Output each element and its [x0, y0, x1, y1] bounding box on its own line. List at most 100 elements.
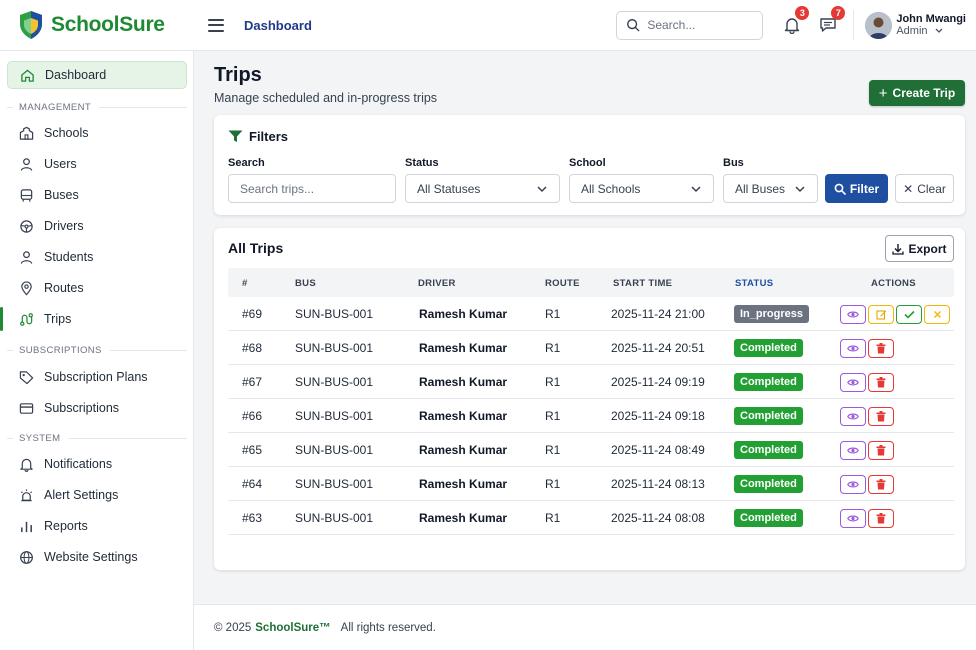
bell-icon	[20, 458, 33, 472]
trip-start-time: 2025-11-24 09:18	[611, 409, 705, 423]
trip-search-field[interactable]: Search trips...	[228, 174, 396, 203]
sidebar-item-drivers[interactable]: Drivers	[7, 212, 187, 240]
edit-button[interactable]	[868, 305, 894, 324]
bar-chart-icon	[21, 521, 32, 532]
view-button[interactable]	[840, 475, 866, 494]
delete-button[interactable]	[868, 407, 894, 426]
sidebar-item-label: Dashboard	[45, 68, 107, 82]
trash-icon	[876, 411, 886, 422]
notifications-button[interactable]: 3	[781, 6, 810, 36]
delete-button[interactable]	[868, 339, 894, 358]
brand[interactable]: SchoolSure	[0, 10, 194, 40]
cancel-trip-button[interactable]	[924, 305, 950, 324]
footer-brand[interactable]: SchoolSure™	[255, 622, 330, 634]
global-search-input[interactable]	[647, 18, 758, 32]
sidebar-item-students[interactable]: Students	[7, 243, 187, 271]
sidebar-item-label: Website Settings	[44, 550, 138, 564]
view-button[interactable]	[840, 373, 866, 392]
school-select[interactable]: All Schools	[569, 174, 714, 203]
view-button[interactable]	[840, 441, 866, 460]
eye-icon	[847, 412, 859, 421]
close-icon	[933, 310, 942, 319]
clear-button[interactable]: ✕ Clear	[895, 174, 954, 203]
edit-icon	[875, 309, 887, 320]
filters-title: Filters	[249, 129, 289, 144]
school-icon	[19, 126, 34, 140]
trip-driver: Ramesh Kumar	[419, 511, 508, 525]
sidebar-item-schools[interactable]: Schools	[7, 119, 187, 147]
sidebar-item-users[interactable]: Users	[7, 150, 187, 178]
user-icon	[20, 157, 33, 171]
page-subtitle: Manage scheduled and in-progress trips	[214, 91, 438, 105]
bus-select[interactable]: All Buses	[723, 174, 818, 203]
brand-name: SchoolSure	[51, 13, 165, 36]
steering-wheel-icon	[20, 219, 33, 233]
breadcrumb-title: Dashboard	[244, 17, 312, 33]
user-menu[interactable]: John Mwangi Admin	[865, 11, 966, 39]
export-button[interactable]: Export	[885, 235, 954, 262]
view-button[interactable]	[840, 509, 866, 528]
delete-button[interactable]	[868, 441, 894, 460]
sidebar-item-website-settings[interactable]: Website Settings	[7, 543, 187, 571]
trash-icon	[876, 377, 886, 388]
sidebar-item-buses[interactable]: Buses	[7, 181, 187, 209]
trip-route: R1	[545, 341, 561, 355]
filter-button[interactable]: Filter	[825, 174, 888, 203]
trash-icon	[876, 513, 886, 524]
sidebar-item-routes[interactable]: Routes	[7, 274, 187, 302]
sidebar-item-dashboard[interactable]: Dashboard	[7, 61, 187, 89]
download-icon	[892, 243, 905, 255]
view-button[interactable]	[840, 407, 866, 426]
section-label: SYSTEM	[19, 433, 61, 444]
sidebar-item-label: Reports	[44, 519, 88, 533]
column-header-driver: DRIVER	[418, 278, 456, 289]
view-button[interactable]	[840, 339, 866, 358]
table-row[interactable]: #68 SUN-BUS-001 Ramesh Kumar R1 2025-11-24 2…	[228, 331, 954, 365]
table-row[interactable]: #67 SUN-BUS-001 Ramesh Kumar R1 2025-11-24 0…	[228, 365, 954, 399]
column-header-bus: BUS	[295, 278, 316, 289]
trip-id: #64	[242, 477, 263, 491]
trip-bus: SUN-BUS-001	[295, 443, 374, 457]
table-row[interactable]: #63 SUN-BUS-001 Ramesh Kumar R1 2025-11-24 0…	[228, 501, 954, 535]
alert-siren-icon	[20, 488, 33, 501]
delete-button[interactable]	[868, 475, 894, 494]
sidebar-item-subscriptions[interactable]: Subscriptions	[7, 394, 187, 422]
table-row[interactable]: #66 SUN-BUS-001 Ramesh Kumar R1 2025-11-24 0…	[228, 399, 954, 433]
sidebar-item-alert-settings[interactable]: Alert Settings	[7, 481, 187, 509]
sidebar-item-subscription-plans[interactable]: Subscription Plans	[7, 363, 187, 391]
menu-toggle-icon[interactable]	[208, 18, 224, 32]
section-label: SUBSCRIPTIONS	[19, 345, 102, 356]
view-button[interactable]	[840, 305, 866, 324]
status-badge: Completed	[734, 441, 803, 459]
sidebar-item-trips[interactable]: Trips	[0, 305, 187, 333]
trip-start-time: 2025-11-24 21:00	[611, 307, 705, 321]
table-row[interactable]: #65 SUN-BUS-001 Ramesh Kumar R1 2025-11-24 0…	[228, 433, 954, 467]
trip-id: #65	[242, 443, 263, 457]
create-trip-button[interactable]: + Create Trip	[869, 80, 965, 106]
status-badge: Completed	[734, 509, 803, 527]
delete-button[interactable]	[868, 373, 894, 392]
messages-button[interactable]: 7	[817, 6, 846, 36]
sidebar-item-notifications[interactable]: Notifications	[7, 450, 187, 478]
status-select[interactable]: All Statuses	[405, 174, 560, 203]
column-header-status[interactable]: STATUS	[735, 278, 773, 289]
status-label: Status	[405, 157, 439, 169]
sidebar-item-label: Subscription Plans	[44, 370, 148, 384]
sidebar-item-reports[interactable]: Reports	[7, 512, 187, 540]
global-search[interactable]	[616, 10, 764, 40]
trip-id: #66	[242, 409, 263, 423]
table-row[interactable]: #64 SUN-BUS-001 Ramesh Kumar R1 2025-11-24 0…	[228, 467, 954, 501]
avatar	[865, 11, 893, 39]
table-row[interactable]: #69 SUN-BUS-001 Ramesh Kumar R1 2025-11-24 2…	[228, 297, 954, 331]
trip-bus: SUN-BUS-001	[295, 477, 374, 491]
trash-icon	[876, 445, 886, 456]
bus-icon	[20, 188, 33, 202]
search-icon	[834, 183, 846, 195]
trash-icon	[876, 479, 886, 490]
delete-button[interactable]	[868, 509, 894, 528]
complete-button[interactable]	[896, 305, 922, 324]
section-label: MANAGEMENT	[19, 102, 92, 113]
trip-bus: SUN-BUS-001	[295, 341, 374, 355]
filter-button-label: Filter	[849, 181, 880, 196]
trip-start-time: 2025-11-24 08:49	[611, 443, 705, 457]
